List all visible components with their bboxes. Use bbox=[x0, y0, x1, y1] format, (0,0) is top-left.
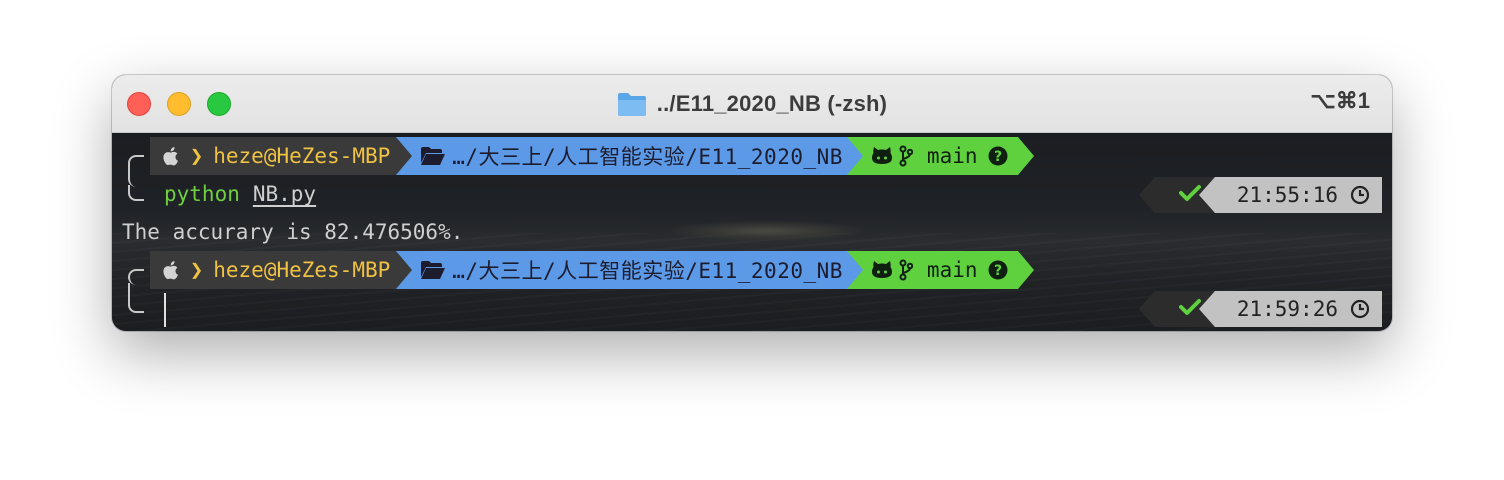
question-circle-icon: ? bbox=[988, 260, 1008, 280]
folder-open-icon bbox=[420, 260, 446, 280]
clock-icon bbox=[1350, 299, 1370, 319]
git-segment: main ? bbox=[846, 251, 1034, 289]
command-argument: NB.py bbox=[252, 182, 317, 206]
os-segment: ❯ heze@HeZes-MBP bbox=[150, 137, 413, 175]
prompt-bracket-icon bbox=[128, 155, 144, 187]
chevron-right-icon: ❯ bbox=[190, 143, 204, 169]
window-shortcut: ⌥⌘1 bbox=[1310, 88, 1370, 113]
command-time: 21:55:16 bbox=[1236, 183, 1338, 207]
svg-text:?: ? bbox=[993, 149, 1001, 165]
chevron-right-icon: ❯ bbox=[190, 257, 204, 283]
git-branch-icon bbox=[899, 259, 913, 281]
git-branch-icon bbox=[899, 145, 913, 167]
branch-name: main bbox=[926, 258, 978, 282]
current-path: …/大三上/人工智能实验/E11_2020_NB bbox=[452, 259, 843, 283]
command-line: python NB.py bbox=[164, 179, 316, 209]
git-segment: main ? bbox=[846, 137, 1034, 175]
right-prompt-2: 21:59:26 bbox=[1138, 291, 1382, 327]
terminal-content[interactable]: ❯ heze@HeZes-MBP …/大三上/人工智能实验/E11_2020_N… bbox=[112, 133, 1392, 331]
folder-icon bbox=[617, 93, 646, 116]
command-output: The accurary is 82.476506%. bbox=[122, 220, 464, 244]
folder-open-icon bbox=[420, 146, 446, 166]
svg-text:?: ? bbox=[993, 263, 1001, 279]
apple-icon bbox=[163, 147, 178, 166]
title-bar[interactable]: ../E11_2020_NB (-zsh) ⌥⌘1 bbox=[112, 75, 1392, 133]
github-icon bbox=[871, 260, 893, 280]
user-host: heze@HeZes-MBP bbox=[213, 144, 391, 168]
question-circle-icon: ? bbox=[988, 146, 1008, 166]
command-name: python bbox=[164, 182, 240, 206]
github-icon bbox=[871, 146, 893, 166]
dir-segment: …/大三上/人工智能实验/E11_2020_NB bbox=[396, 137, 863, 175]
prompt-line-1: ❯ heze@HeZes-MBP …/大三上/人工智能实验/E11_2020_N… bbox=[150, 137, 1034, 175]
apple-icon bbox=[163, 261, 178, 280]
current-path: …/大三上/人工智能实验/E11_2020_NB bbox=[452, 145, 843, 169]
clock-icon bbox=[1350, 185, 1370, 205]
time-segment: 21:59:26 bbox=[1198, 291, 1382, 327]
right-prompt-1: 21:55:16 bbox=[1138, 177, 1382, 213]
check-icon bbox=[1178, 297, 1201, 321]
command-time: 21:59:26 bbox=[1236, 297, 1338, 321]
window-title: ../E11_2020_NB (-zsh) bbox=[656, 91, 888, 116]
prompt-line-2: ❯ heze@HeZes-MBP …/大三上/人工智能实验/E11_2020_N… bbox=[150, 251, 1034, 289]
prompt-bracket-icon bbox=[128, 185, 144, 201]
user-host: heze@HeZes-MBP bbox=[213, 258, 391, 282]
text-cursor[interactable] bbox=[164, 293, 166, 327]
prompt-bracket-icon bbox=[128, 283, 144, 313]
terminal-window: ../E11_2020_NB (-zsh) ⌥⌘1 ❯ heze@HeZes-M… bbox=[112, 75, 1392, 331]
time-segment: 21:55:16 bbox=[1198, 177, 1382, 213]
os-segment: ❯ heze@HeZes-MBP bbox=[150, 251, 413, 289]
dir-segment: …/大三上/人工智能实验/E11_2020_NB bbox=[396, 251, 863, 289]
branch-name: main bbox=[926, 144, 978, 168]
check-icon bbox=[1178, 183, 1201, 207]
